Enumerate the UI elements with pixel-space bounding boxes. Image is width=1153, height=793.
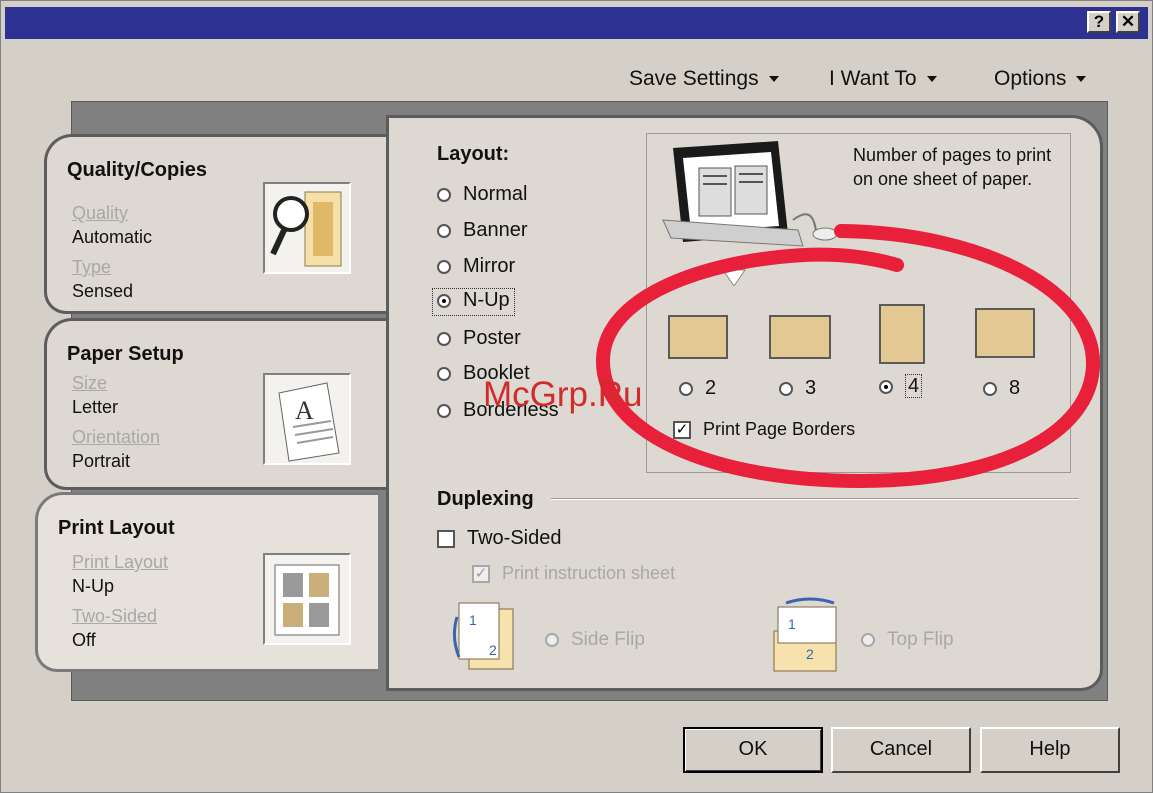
ok-button[interactable]: OK [683,727,823,773]
help-button[interactable]: Help [980,727,1120,773]
radio-icon [437,366,451,381]
radio-icon [861,632,875,647]
type-label: Type [72,257,112,277]
duplexing-divider [551,498,1079,500]
top-flip-icon: 1 2 [766,593,854,679]
svg-text:2: 2 [489,642,497,658]
radio-icon [437,223,451,238]
i-want-to-menu[interactable]: I Want To [829,67,937,91]
save-settings-menu[interactable]: Save Settings [629,67,779,91]
radio-icon [437,403,451,418]
side-flip-icon: 1 2 [449,597,529,681]
duplexing-heading: Duplexing [437,488,534,510]
option-label: Two-Sided [467,527,562,549]
layout-heading: Layout: [437,143,510,165]
option-label: Normal [463,183,528,205]
radio-icon [437,259,451,274]
quality-value: Automatic [72,227,153,247]
chevron-down-icon [926,76,937,83]
cancel-button[interactable]: Cancel [831,727,971,773]
tab-title: Print Layout [58,517,175,539]
tab-paper-setup[interactable]: Paper Setup Size Letter Orientation Port… [44,318,387,490]
chevron-down-icon [1076,76,1087,83]
nup-description: Number of pages to print on one sheet of… [853,145,1052,189]
options-label: Options [994,67,1067,90]
print-properties-dialog: ? ✕ Save Settings I Want To Options Qual… [0,0,1153,793]
checkmark-icon: ✓ [472,565,490,584]
tab-title: Paper Setup [67,343,184,365]
radio-icon [437,293,451,308]
side-flip-radio[interactable]: Side Flip [545,629,645,655]
radio-icon [437,187,451,202]
tab-print-layout[interactable]: Print Layout Print Layout N-Up Two-Sided… [35,492,378,672]
orientation-label: Orientation [72,427,161,447]
option-label: Poster [463,327,521,349]
svg-text:2: 2 [806,646,814,662]
tab-quality-copies[interactable]: Quality/Copies Quality Automatic Type Se… [44,134,387,314]
print-layout-value: N-Up [72,576,115,596]
type-value: Sensed [72,281,134,301]
two-sided-value: Off [72,630,96,650]
svg-text:1: 1 [788,616,796,632]
checkbox-icon [437,529,455,548]
top-flip-radio[interactable]: Top Flip [861,629,954,655]
save-settings-label: Save Settings [629,67,759,90]
option-label: Print instruction sheet [502,563,676,583]
size-value: Letter [72,397,119,417]
layout-option-nup[interactable]: N-Up [432,288,515,316]
watermark-text: McGrp.Ru [483,375,643,414]
svg-text:1: 1 [469,612,477,628]
svg-text:A: A [295,396,314,425]
layout-option-banner[interactable]: Banner [437,219,528,245]
magnifier-pages-icon [263,182,351,274]
size-label: Size [72,373,108,393]
print-layout-label: Print Layout [72,552,169,572]
print-instruction-sheet-checkbox[interactable]: ✓ Print instruction sheet [472,563,675,589]
layout-option-normal[interactable]: Normal [437,183,527,209]
layout-option-poster[interactable]: Poster [437,327,521,353]
highlight-ellipse [595,224,1101,489]
two-sided-label: Two-Sided [72,606,158,626]
chevron-down-icon [768,76,779,83]
layout-option-mirror[interactable]: Mirror [437,255,515,281]
help-title-button[interactable]: ? [1087,11,1111,33]
options-menu[interactable]: Options [994,67,1087,91]
i-want-to-label: I Want To [829,67,917,90]
option-label: N-Up [463,289,510,311]
nup-page-icon [263,553,351,645]
quality-label: Quality [72,203,129,223]
close-button[interactable]: ✕ [1116,11,1140,33]
option-label: Banner [463,219,528,241]
orientation-value: Portrait [72,451,131,471]
two-sided-checkbox[interactable]: Two-Sided [437,527,562,553]
document-icon: A [263,373,351,465]
option-label: Top Flip [887,629,954,650]
radio-icon [437,331,451,346]
title-bar [5,7,1148,39]
option-label: Mirror [463,255,516,277]
tab-title: Quality/Copies [67,159,208,181]
option-label: Side Flip [571,629,645,650]
radio-icon [545,632,559,647]
